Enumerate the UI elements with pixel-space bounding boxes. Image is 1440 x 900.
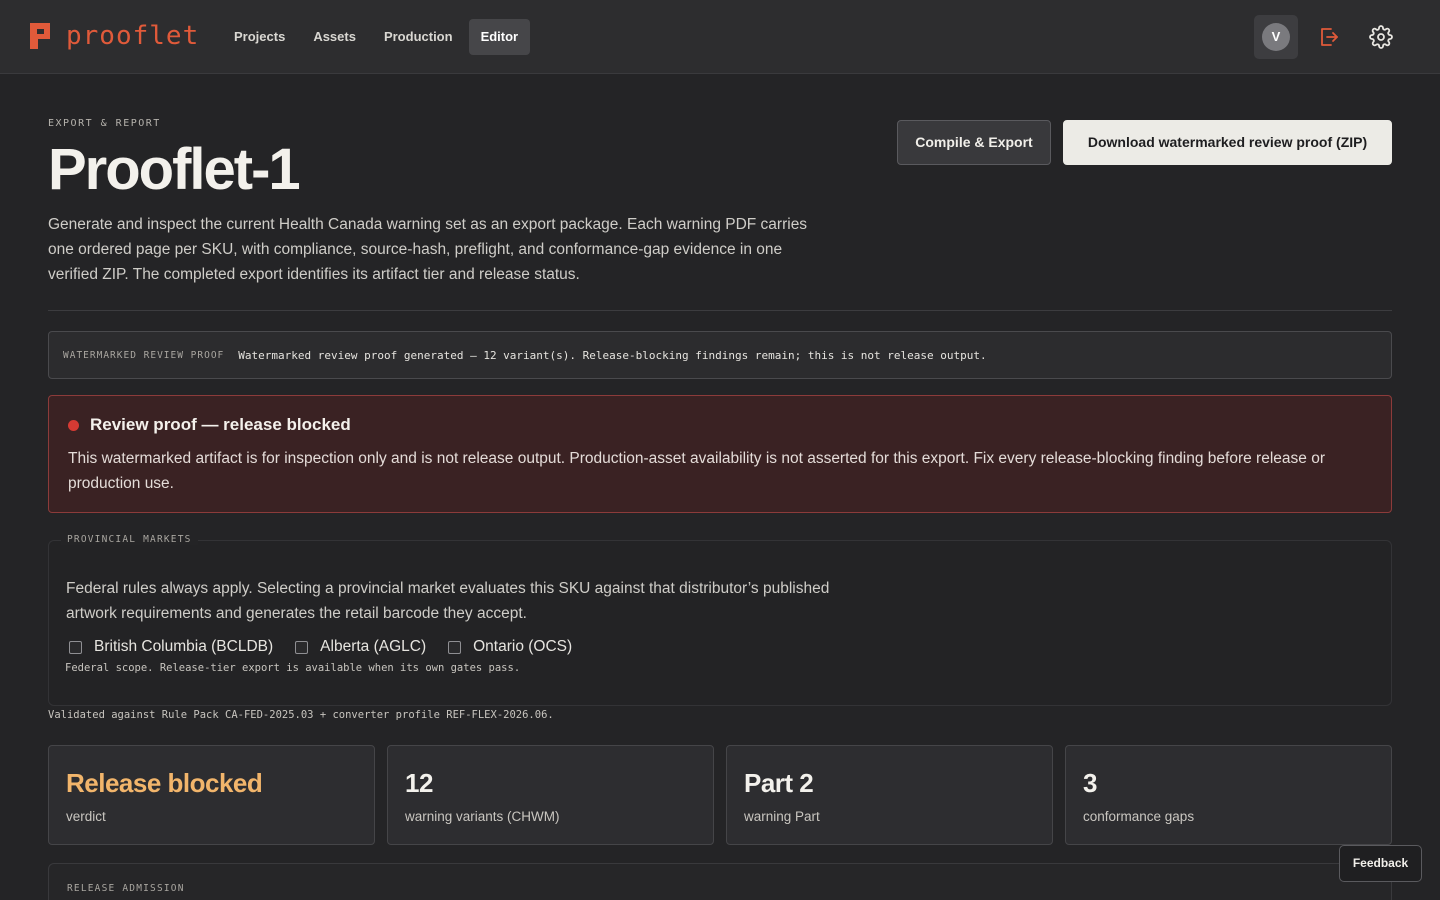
checkbox-bc[interactable] [69,640,82,654]
stat-card-variants: 12 warning variants (CHWM) [387,745,714,845]
stat-value: 3 [1083,768,1097,798]
user-menu-button[interactable]: V [1254,15,1298,59]
provincial-note: Federal scope. Release-tier export is av… [65,662,521,674]
brand-logo[interactable]: prooflet [28,20,199,52]
option-on[interactable]: Ontario (OCS) [448,638,572,656]
alert-title: Review proof — release blocked [90,415,351,434]
checkbox-ab[interactable] [295,640,309,654]
logout-icon[interactable] [1317,25,1341,49]
stat-label: warning variants (CHWM) [405,809,560,824]
nav-item-production[interactable]: Production [372,19,465,55]
compile-export-button[interactable]: Compile & Export [897,120,1051,165]
avatar: V [1262,23,1290,51]
stat-label: verdict [66,809,106,824]
nav-item-assets[interactable]: Assets [301,19,368,55]
option-on-label: Ontario (OCS) [473,638,573,655]
release-admission-legend: RELEASE ADMISSION [67,883,185,894]
proof-status-banner: WATERMARKED REVIEW PROOF Watermarked rev… [48,331,1392,379]
page-title: Prooflet-1 [48,137,301,202]
stat-value: 12 [405,768,433,798]
download-proof-button[interactable]: Download watermarked review proof (ZIP) [1063,120,1392,165]
top-bar: prooflet Projects Assets Production Edit… [0,0,1440,74]
nav-item-editor[interactable]: Editor [468,19,531,55]
rulepack-note: Validated against Rule Pack CA-FED-2025.… [48,709,554,721]
stat-card-part: Part 2 warning Part [726,745,1053,845]
option-ab[interactable]: Alberta (AGLC) [295,638,426,656]
prooflet-logo-icon [30,23,50,49]
option-bc[interactable]: British Columbia (BCLDB) [69,638,273,656]
checkbox-on[interactable] [448,640,462,654]
provincial-legend: PROVINCIAL MARKETS [61,534,198,545]
nav-item-projects[interactable]: Projects [222,19,297,55]
section-divider [48,310,1392,311]
page-intro: Generate and inspect the current Health … [48,216,808,283]
error-dot-icon [68,420,79,431]
proof-tag: WATERMARKED REVIEW PROOF [63,349,225,361]
brand-name: prooflet [66,21,200,51]
stat-label: warning Part [744,809,820,824]
page-eyebrow: EXPORT & REPORT [48,118,161,129]
provincial-markets-panel: PROVINCIAL MARKETS Federal rules always … [48,534,1392,706]
stat-value: Part 2 [744,768,814,798]
stat-card-gaps: 3 conformance gaps [1065,745,1392,845]
option-ab-label: Alberta (AGLC) [320,638,427,655]
alert-body: This watermarked artifact is for inspect… [68,450,1325,492]
provincial-description: Federal rules always apply. Selecting a … [66,580,830,622]
release-blocked-alert: Review proof — release blocked This wate… [48,395,1392,513]
stat-value: Release blocked [66,768,263,798]
option-bc-label: British Columbia (BCLDB) [94,638,274,655]
release-admission-panel: RELEASE ADMISSION [48,863,1392,900]
stat-card-verdict: Release blocked verdict [48,745,375,845]
feedback-button[interactable]: Feedback [1339,845,1422,882]
stat-label: conformance gaps [1083,809,1195,824]
gear-icon[interactable] [1369,25,1393,49]
provincial-options: British Columbia (BCLDB) Alberta (AGLC) … [69,638,594,656]
main-nav: Projects Assets Production Editor [222,19,531,55]
proof-message: Watermarked review proof generated — 12 … [238,348,987,362]
